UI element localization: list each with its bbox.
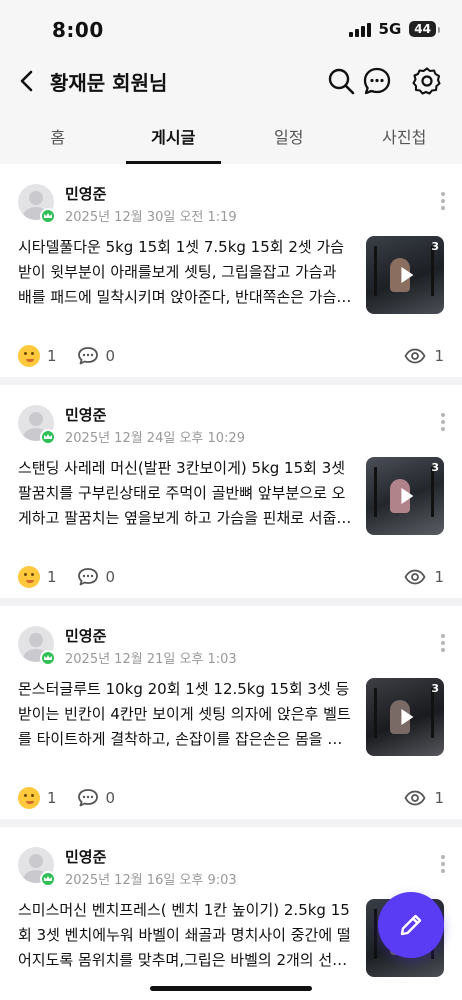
- post-feed: 민영준 2025년 12월 30일 오전 1:19 시타델풀다운 5kg 15회…: [0, 164, 462, 1000]
- page-title: 황재문 회원님: [50, 71, 168, 95]
- post-stats: 1 0 1: [18, 344, 444, 368]
- view-stat: 1: [404, 347, 444, 365]
- tab-bar: 홈 게시글 일정 사진첩: [0, 106, 462, 164]
- post-stats: 1 0 1: [18, 786, 444, 810]
- reaction-count: 1: [47, 568, 57, 586]
- thinking-emoji-icon: [18, 345, 40, 367]
- crown-badge-icon: [40, 871, 56, 887]
- home-indicator: [150, 986, 312, 991]
- post-body[interactable]: 스미스머신 벤치프레스( 벤치 1칸 높이기) 2.5kg 15회 3셋 벤치에…: [18, 898, 354, 973]
- post-body[interactable]: 스탠딩 사레레 머신(발판 3칸보이게) 5kg 15회 3셋 팔꿈치를 구부린…: [18, 456, 354, 531]
- video-thumbnail[interactable]: 3: [366, 236, 444, 314]
- reaction-button[interactable]: 1: [18, 566, 57, 588]
- post-date: 2025년 12월 24일 오후 10:29: [65, 431, 245, 446]
- post-author: 민영준: [65, 406, 107, 424]
- view-count: 1: [434, 568, 444, 586]
- write-post-button[interactable]: [378, 892, 444, 958]
- status-bar: 8:00 5G 44: [0, 0, 462, 58]
- post-author: 민영준: [65, 627, 107, 645]
- more-options-icon[interactable]: [440, 192, 446, 214]
- search-icon[interactable]: [326, 66, 356, 96]
- post-date: 2025년 12월 16일 오후 9:03: [65, 873, 237, 888]
- back-icon[interactable]: [14, 66, 42, 96]
- more-options-icon[interactable]: [440, 413, 446, 435]
- comment-button[interactable]: 0: [77, 567, 116, 587]
- tab-schedule[interactable]: 일정: [231, 106, 347, 164]
- reaction-button[interactable]: 1: [18, 345, 57, 367]
- gear-icon[interactable]: [412, 66, 442, 96]
- tab-posts[interactable]: 게시글: [116, 106, 232, 164]
- network-label: 5G: [378, 20, 402, 38]
- eye-icon: [404, 569, 426, 585]
- thinking-emoji-icon: [18, 787, 40, 809]
- thinking-emoji-icon: [18, 566, 40, 588]
- chat-icon[interactable]: [362, 66, 392, 96]
- play-icon: [401, 488, 414, 504]
- post-author: 민영준: [65, 185, 107, 203]
- comment-icon: [77, 568, 98, 586]
- crown-badge-icon: [40, 429, 56, 445]
- crown-badge-icon: [40, 208, 56, 224]
- reaction-count: 1: [47, 789, 57, 807]
- comment-icon: [77, 789, 98, 807]
- pencil-icon: [400, 914, 422, 936]
- comment-count: 0: [105, 568, 116, 586]
- post-body[interactable]: 몬스터글루트 10kg 20회 1셋 12.5kg 15회 3셋 등받이는 빈칸…: [18, 677, 354, 752]
- post-date: 2025년 12월 21일 오후 1:03: [65, 652, 237, 667]
- post-stats: 1 0 1: [18, 565, 444, 589]
- more-options-icon[interactable]: [440, 634, 446, 656]
- eye-icon: [404, 790, 426, 806]
- app-header: 황재문 회원님: [0, 58, 462, 106]
- comment-button[interactable]: 0: [77, 346, 116, 366]
- media-count: 3: [431, 682, 439, 695]
- play-icon: [401, 709, 414, 725]
- comment-button[interactable]: 0: [77, 788, 116, 808]
- post-body[interactable]: 시타델풀다운 5kg 15회 1셋 7.5kg 15회 2셋 가슴받이 윗부분이…: [18, 235, 354, 310]
- media-count: 3: [431, 240, 439, 253]
- view-stat: 1: [404, 789, 444, 807]
- view-count: 1: [434, 789, 444, 807]
- reaction-button[interactable]: 1: [18, 787, 57, 809]
- tab-album[interactable]: 사진첩: [347, 106, 462, 164]
- comment-count: 0: [105, 347, 116, 365]
- video-thumbnail[interactable]: 3: [366, 457, 444, 535]
- play-icon: [401, 267, 414, 283]
- battery-icon: 44: [409, 21, 440, 37]
- tab-home[interactable]: 홈: [0, 106, 116, 164]
- eye-icon: [404, 348, 426, 364]
- comment-count: 0: [105, 789, 116, 807]
- view-count: 1: [434, 347, 444, 365]
- status-indicators: 5G 44: [348, 20, 440, 38]
- reaction-count: 1: [47, 347, 57, 365]
- status-time: 8:00: [52, 18, 104, 42]
- post-card[interactable]: 민영준 2025년 12월 21일 오후 1:03 몬스터글루트 10kg 20…: [0, 606, 462, 819]
- signal-icon: [348, 21, 371, 37]
- video-thumbnail[interactable]: 3: [366, 678, 444, 756]
- more-options-icon[interactable]: [440, 855, 446, 877]
- comment-icon: [77, 347, 98, 365]
- crown-badge-icon: [40, 650, 56, 666]
- view-stat: 1: [404, 568, 444, 586]
- post-author: 민영준: [65, 848, 107, 866]
- post-card[interactable]: 민영준 2025년 12월 30일 오전 1:19 시타델풀다운 5kg 15회…: [0, 164, 462, 377]
- post-date: 2025년 12월 30일 오전 1:19: [65, 210, 237, 225]
- media-count: 3: [431, 461, 439, 474]
- post-card[interactable]: 민영준 2025년 12월 24일 오후 10:29 스탠딩 사레레 머신(발판…: [0, 385, 462, 598]
